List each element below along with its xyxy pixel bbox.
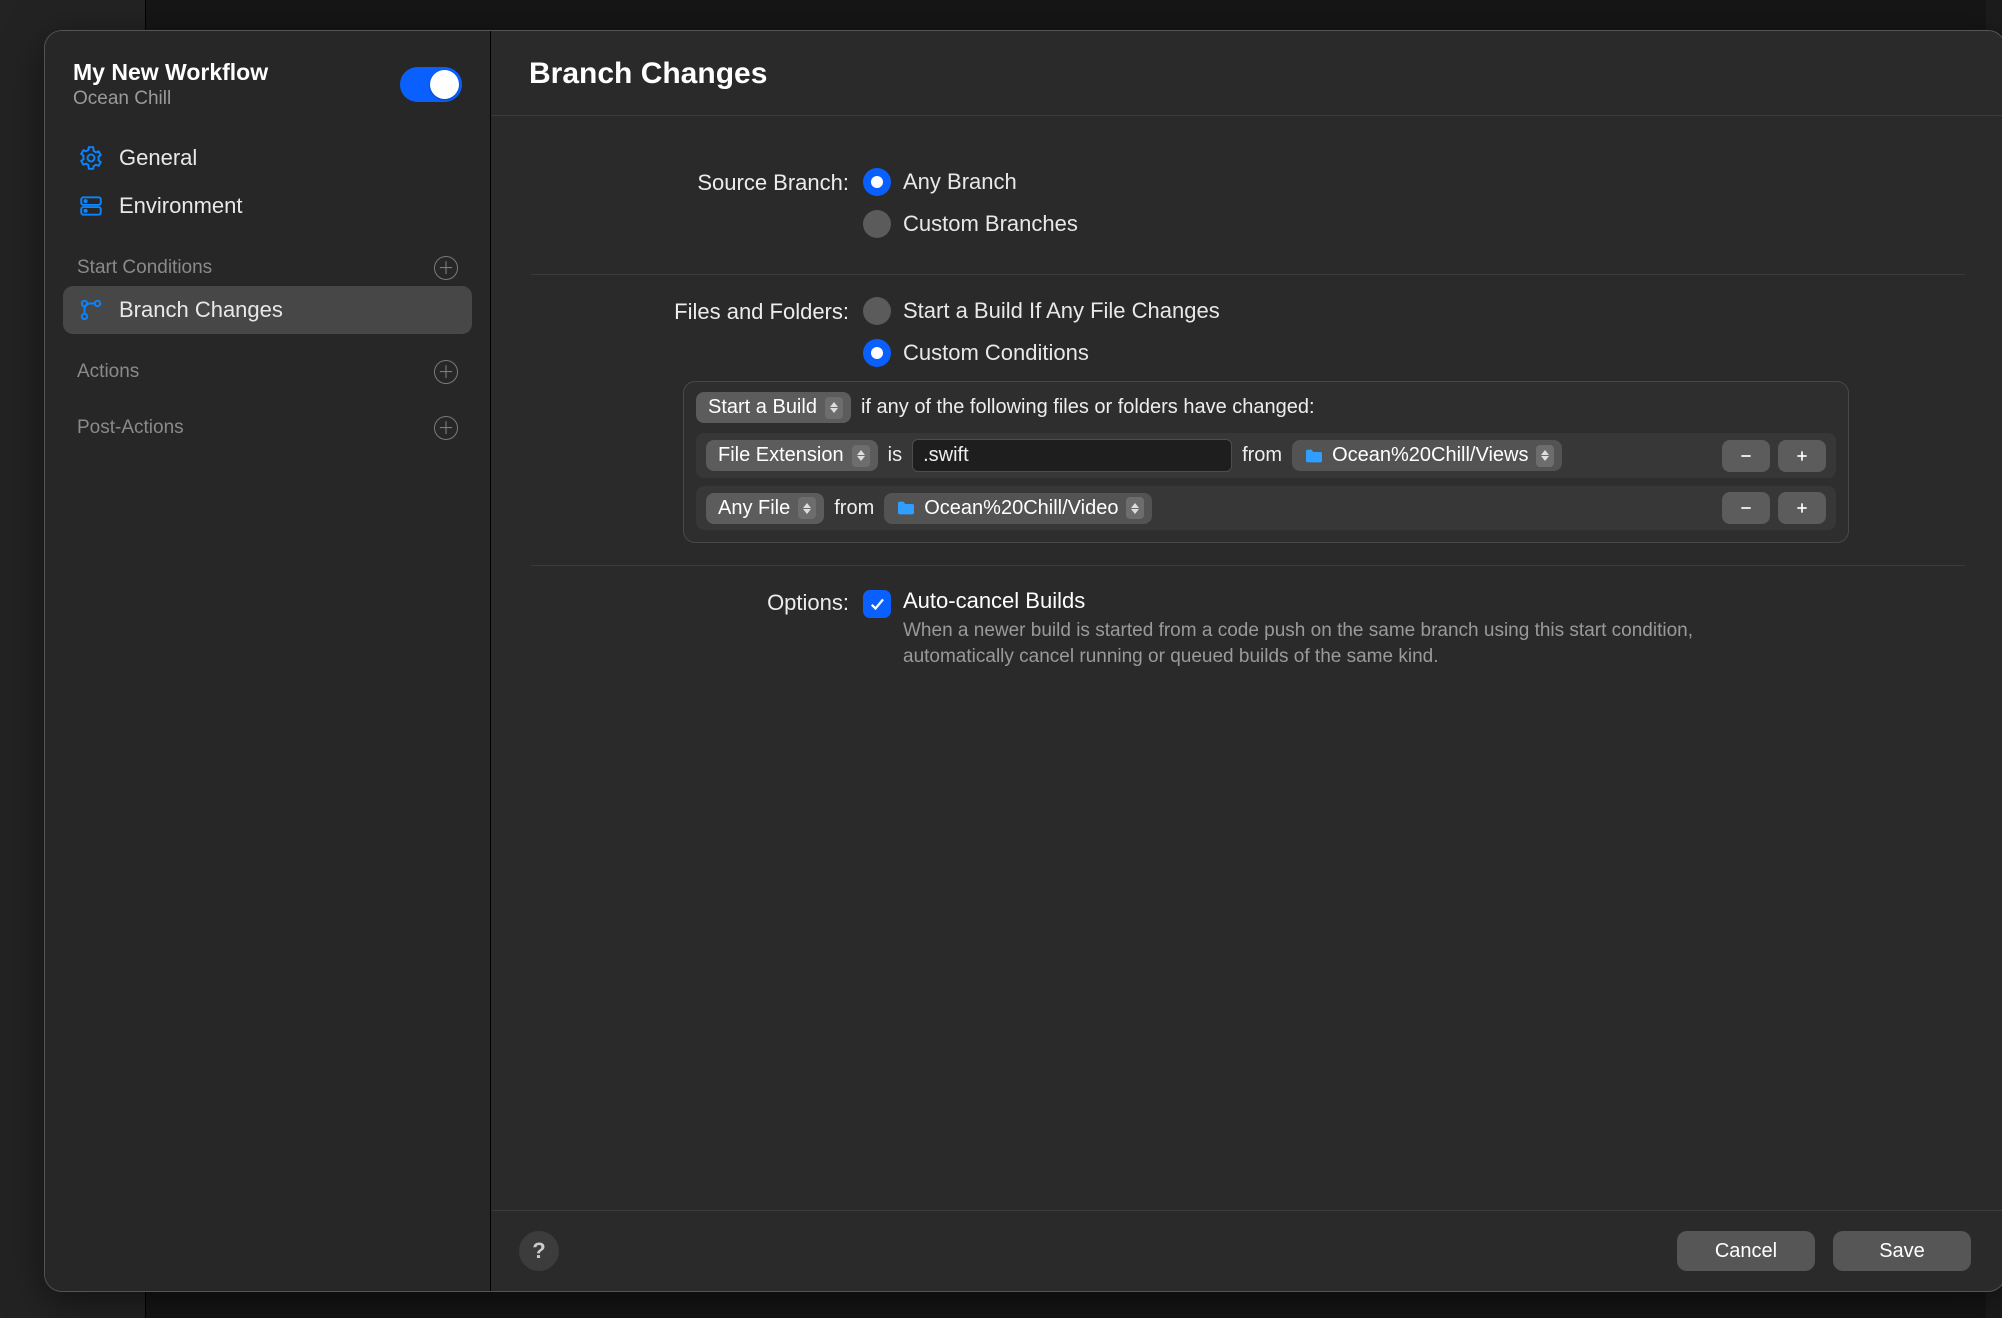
radio-any-file[interactable]: Start a Build If Any File Changes (863, 297, 1965, 325)
remove-row-button[interactable] (1722, 440, 1770, 472)
extension-input[interactable] (912, 439, 1232, 472)
branch-icon (77, 296, 105, 324)
add-row-button[interactable] (1778, 492, 1826, 524)
help-button[interactable]: ? (519, 1231, 559, 1271)
radio-icon (863, 168, 891, 196)
remove-row-button[interactable] (1722, 492, 1770, 524)
location-select[interactable]: Ocean%20Chill/Video (884, 493, 1152, 524)
sidebar-item-label: Branch Changes (119, 297, 283, 323)
page-title: Branch Changes (491, 31, 2002, 116)
auto-cancel-checkbox[interactable] (863, 590, 891, 618)
sidebar-item-branch-changes[interactable]: Branch Changes (63, 286, 472, 334)
radio-custom-conditions[interactable]: Custom Conditions (863, 339, 1965, 367)
location-select[interactable]: Ocean%20Chill/Views (1292, 440, 1562, 471)
folder-icon (1304, 448, 1324, 464)
radio-icon (863, 339, 891, 367)
radio-custom-branches[interactable]: Custom Branches (863, 210, 1965, 238)
sidebar-item-label: General (119, 145, 197, 171)
add-row-button[interactable] (1778, 440, 1826, 472)
add-post-action-button[interactable]: ＋ (434, 416, 458, 440)
options-group: Options: Auto-cancel Builds When a newer… (531, 566, 1965, 691)
workflow-editor-sheet: My New Workflow Ocean Chill General Envi… (44, 30, 2002, 1292)
stepper-icon (825, 397, 843, 419)
from-label: from (834, 497, 874, 520)
add-start-condition-button[interactable]: ＋ (434, 256, 458, 280)
sidebar: My New Workflow Ocean Chill General Envi… (45, 31, 491, 1291)
workflow-name: My New Workflow (73, 59, 268, 86)
radio-any-branch[interactable]: Any Branch (863, 168, 1965, 196)
stepper-icon (1126, 497, 1144, 519)
is-label: is (888, 444, 902, 467)
section-actions: Actions ＋ (63, 350, 472, 390)
sidebar-item-label: Environment (119, 193, 243, 219)
condition-row: File Extension is from Ocean%20Chill/Vie… (696, 433, 1836, 478)
gear-icon (77, 144, 105, 172)
source-branch-group: Source Branch: Any Branch Custom Branche… (531, 146, 1965, 275)
radio-icon (863, 297, 891, 325)
auto-cancel-description: When a newer build is started from a cod… (903, 618, 1783, 669)
type-select[interactable]: File Extension (706, 440, 878, 471)
sidebar-item-general[interactable]: General (63, 134, 472, 182)
sidebar-item-environment[interactable]: Environment (63, 182, 472, 230)
folder-icon (896, 500, 916, 516)
section-post-actions: Post-Actions ＋ (63, 406, 472, 446)
condition-row: Any File from Ocean%20Chill/Video (696, 486, 1836, 530)
files-folders-group: Files and Folders: Start a Build If Any … (531, 275, 1965, 566)
section-start-conditions: Start Conditions ＋ (63, 246, 472, 286)
options-label: Options: (531, 588, 863, 669)
action-suffix-text: if any of the following files or folders… (861, 396, 1315, 419)
action-select[interactable]: Start a Build (696, 392, 851, 423)
server-icon (77, 192, 105, 220)
add-action-button[interactable]: ＋ (434, 360, 458, 384)
stepper-icon (852, 445, 870, 467)
stepper-icon (798, 497, 816, 519)
radio-icon (863, 210, 891, 238)
workflow-project: Ocean Chill (73, 88, 268, 110)
auto-cancel-title: Auto-cancel Builds (903, 588, 1783, 614)
conditions-panel: Start a Build if any of the following fi… (683, 381, 1849, 543)
type-select[interactable]: Any File (706, 493, 824, 524)
save-button[interactable]: Save (1833, 1231, 1971, 1271)
source-branch-label: Source Branch: (531, 168, 863, 252)
from-label: from (1242, 444, 1282, 467)
main-panel: Branch Changes Source Branch: Any Branch… (491, 31, 2002, 1291)
dialog-footer: ? Cancel Save (491, 1210, 2002, 1291)
workflow-enabled-toggle[interactable] (400, 67, 462, 102)
stepper-icon (1536, 445, 1554, 467)
cancel-button[interactable]: Cancel (1677, 1231, 1815, 1271)
